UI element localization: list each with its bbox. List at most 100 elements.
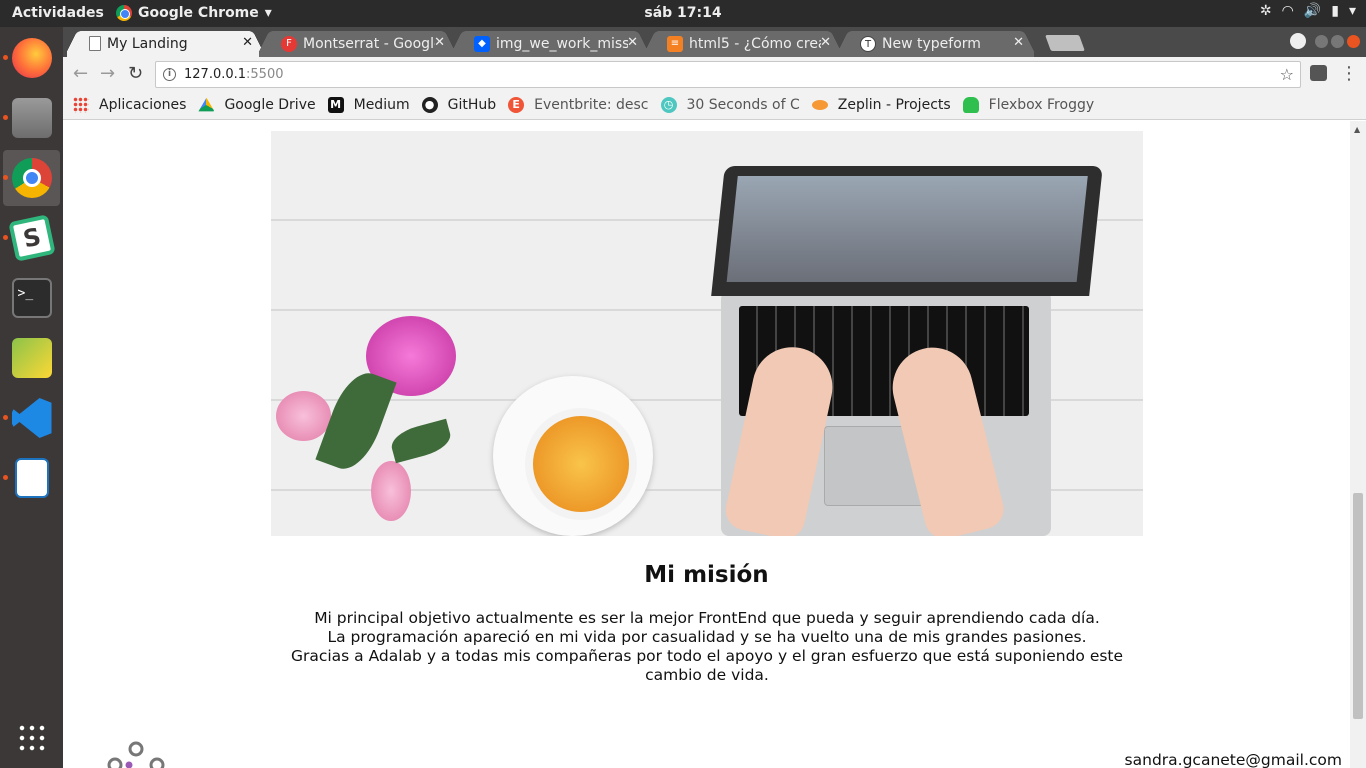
bookmark-google-drive[interactable]: Google Drive	[198, 97, 316, 113]
peony-bud	[371, 461, 411, 521]
app-grid-icon	[16, 723, 47, 753]
bookmark-label: Flexbox Froggy	[988, 97, 1095, 113]
launcher-vscode[interactable]	[3, 390, 60, 446]
launcher-libreoffice-draw[interactable]	[3, 450, 60, 506]
profile-icon[interactable]	[1290, 33, 1306, 49]
launcher-files[interactable]	[3, 90, 60, 146]
close-tab-icon[interactable]: ✕	[434, 35, 445, 50]
leaf	[388, 418, 454, 464]
footer-logo[interactable]	[107, 741, 167, 768]
image-viewer-icon	[11, 338, 52, 378]
bookmark-flexbox-froggy[interactable]: Flexbox Froggy	[962, 97, 1095, 113]
new-tab-button[interactable]	[1045, 35, 1085, 51]
apps-grid-icon	[73, 97, 89, 113]
eventbrite-icon: E	[508, 97, 525, 113]
chevron-down-icon: ▾	[1348, 3, 1356, 19]
launcher-chrome[interactable]	[3, 150, 60, 206]
running-indicator	[3, 475, 8, 480]
battery-icon: ▮	[1331, 3, 1339, 19]
accessibility-icon[interactable]: ✲	[1260, 3, 1272, 19]
forward-arrow-icon[interactable]: →	[100, 63, 115, 84]
bookmark-eventbrite[interactable]: E Eventbrite: desc	[508, 97, 649, 113]
activities-button[interactable]: Actividades	[12, 5, 104, 21]
bookmark-label: GitHub	[447, 97, 497, 113]
maximize-icon[interactable]	[1331, 34, 1344, 48]
chevron-down-icon: ▾	[264, 5, 272, 21]
page-icon	[89, 36, 101, 51]
laptop-screen	[711, 166, 1103, 296]
bookmark-aplicaciones[interactable]: Aplicaciones	[73, 97, 186, 113]
froggy-icon	[962, 97, 979, 113]
google-fonts-icon: F	[281, 35, 297, 52]
system-top-bar: Actividades Google Chrome ▾ sáb 17:14 ✲ …	[0, 0, 1366, 27]
tab-typeform[interactable]: T New typeform ✕	[838, 30, 1034, 57]
page-scrollbar[interactable]: ▲	[1350, 121, 1366, 768]
launcher-image-viewer[interactable]	[3, 330, 60, 386]
address-bar[interactable]: i 127.0.0.1:5500 ☆	[155, 61, 1301, 88]
chrome-icon	[11, 158, 52, 198]
close-tab-icon[interactable]: ✕	[627, 35, 638, 50]
github-icon: ●	[421, 97, 438, 113]
firefox-icon	[11, 38, 52, 78]
window-controls	[1290, 33, 1360, 49]
tab-stackoverflow[interactable]: ≡ html5 - ¿Cómo crear ✕	[645, 30, 841, 57]
scrollbar-thumb[interactable]	[1353, 493, 1363, 719]
close-tab-icon[interactable]: ✕	[1013, 35, 1024, 50]
url-host: 127.0.0.1	[184, 67, 247, 82]
clock[interactable]: sáb 17:14	[644, 5, 721, 21]
bookmark-label: Aplicaciones	[99, 97, 187, 113]
tab-title: New typeform	[882, 35, 981, 52]
close-tab-icon[interactable]: ✕	[820, 35, 831, 50]
menu-kebab-icon[interactable]: ⋮	[1340, 63, 1358, 84]
tea-cup	[493, 376, 653, 536]
tab-montserrat[interactable]: F Montserrat - Google ✕	[259, 30, 455, 57]
bookmarks-bar: Aplicaciones Google Drive M Medium ● Git…	[63, 91, 1366, 120]
vscode-icon	[11, 398, 52, 438]
footer-email-link[interactable]: sandra.gcanete@gmail.com	[1125, 751, 1342, 768]
tab-my-landing[interactable]: My Landing ✕	[67, 30, 263, 57]
tab-title: My Landing	[107, 35, 188, 52]
tab-title: img_we_work_mission	[496, 35, 628, 52]
tab-title: html5 - ¿Cómo crear	[689, 35, 821, 52]
medium-icon: M	[327, 97, 344, 113]
close-window-icon[interactable]	[1347, 34, 1360, 48]
thirty-seconds-icon: ◷	[660, 97, 677, 113]
running-indicator	[3, 115, 8, 120]
launcher-terminal[interactable]: >_	[3, 270, 60, 326]
system-tray[interactable]: ✲ ◠ 🔊 ▮ ▾	[1260, 3, 1356, 19]
mission-text: Mi principal objetivo actualmente es ser…	[271, 609, 1143, 685]
bookmark-label: Eventbrite: desc	[534, 97, 649, 113]
close-tab-icon[interactable]: ✕	[242, 35, 253, 50]
bookmark-30-seconds[interactable]: ◷ 30 Seconds of C	[660, 97, 800, 113]
logo-circles-icon	[107, 741, 165, 768]
page-viewport: Mi misión Mi principal objetivo actualme…	[63, 121, 1350, 768]
bookmark-label: 30 Seconds of C	[686, 97, 800, 113]
reload-icon[interactable]: ↻	[128, 63, 143, 84]
mission-title: Mi misión	[644, 562, 769, 588]
bookmark-medium[interactable]: M Medium	[327, 97, 410, 113]
show-applications-button[interactable]	[3, 710, 60, 766]
dropbox-icon: ◆	[474, 35, 490, 52]
wifi-icon: ◠	[1281, 3, 1294, 19]
bookmark-github[interactable]: ● GitHub	[421, 97, 497, 113]
mission-line: La programación apareció en mi vida por …	[327, 628, 1087, 646]
scroll-up-icon[interactable]: ▲	[1354, 125, 1360, 134]
back-arrow-icon[interactable]: ←	[73, 63, 88, 84]
mission-line: cambio de vida.	[645, 666, 769, 684]
running-indicator	[3, 175, 8, 180]
tab-title: Montserrat - Google	[303, 35, 435, 52]
pocket-icon[interactable]	[1310, 65, 1327, 81]
running-indicator	[3, 235, 8, 240]
launcher-slack[interactable]: S	[3, 210, 60, 266]
bookmark-star-icon[interactable]: ☆	[1280, 62, 1294, 87]
bookmark-zeplin[interactable]: Zeplin - Projects	[811, 97, 951, 113]
app-menu-label: Google Chrome	[138, 5, 259, 21]
bookmark-label: Google Drive	[224, 97, 316, 113]
minimize-icon[interactable]	[1315, 34, 1328, 48]
peony-bud	[276, 391, 331, 441]
app-menu[interactable]: Google Chrome ▾	[116, 5, 272, 21]
tab-dropbox-image[interactable]: ◆ img_we_work_mission ✕	[452, 30, 648, 57]
zeplin-icon	[811, 100, 828, 110]
info-icon[interactable]: i	[163, 68, 176, 81]
launcher-firefox[interactable]	[3, 30, 60, 86]
